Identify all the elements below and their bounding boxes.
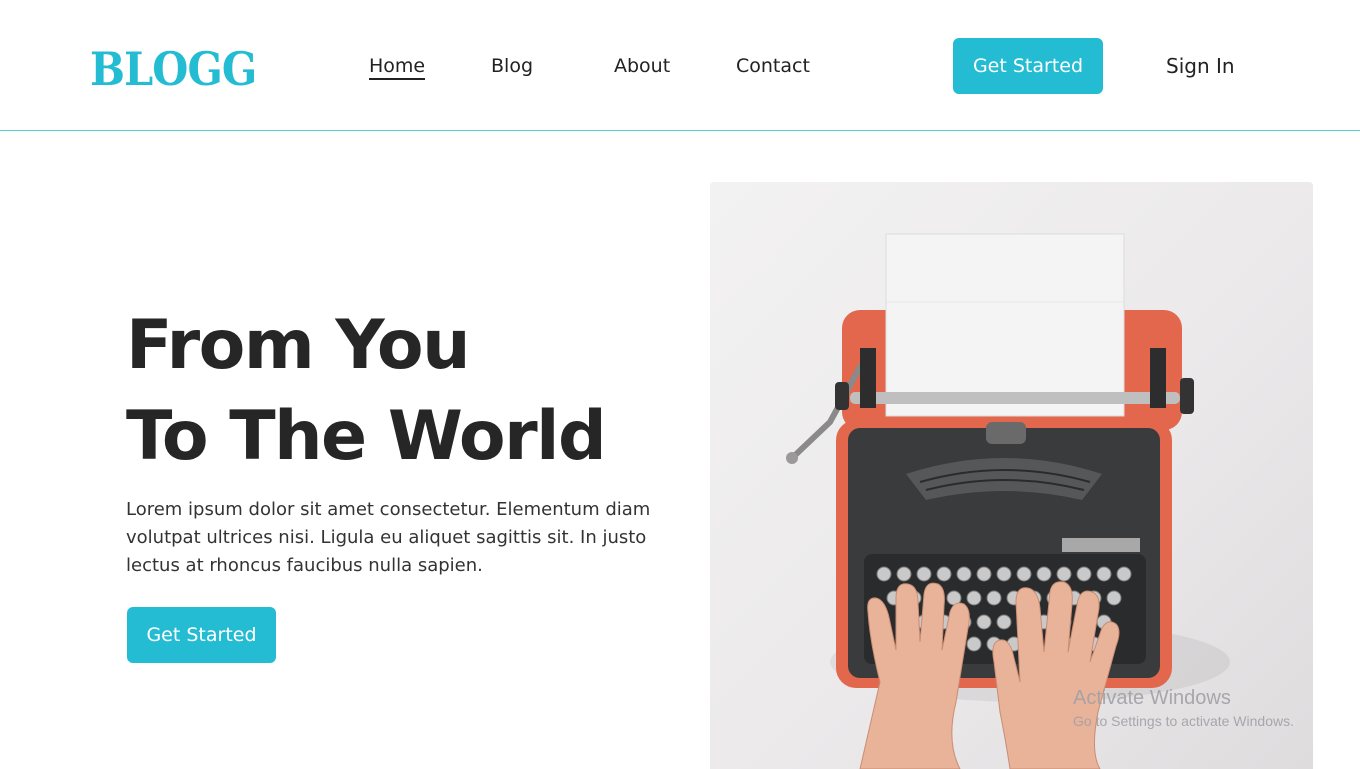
hero-title-line-1: From You [126, 306, 471, 385]
hero-title-line-2: To The World [126, 397, 607, 476]
site-header: BLOGG Home Blog About Contact Get Starte… [0, 0, 1360, 131]
hero-image-typewriter [710, 182, 1313, 769]
hero-description: Lorem ipsum dolor sit amet consectetur. … [126, 499, 651, 576]
site-logo[interactable]: BLOGG [90, 41, 257, 97]
nav-about-link[interactable]: About [614, 54, 670, 78]
header-get-started-button[interactable]: Get Started [953, 38, 1103, 94]
nav-home-link[interactable]: Home [369, 54, 426, 80]
hero-get-started-button[interactable]: Get Started [127, 607, 276, 663]
nav-contact-link[interactable]: Contact [736, 54, 810, 78]
nav-blog-link[interactable]: Blog [491, 54, 533, 78]
page: BLOGG Home Blog About Contact Get Starte… [0, 0, 1360, 769]
typewriter-illustration [786, 233, 1230, 769]
sign-in-link[interactable]: Sign In [1166, 54, 1235, 78]
hero-title: From You To The World [126, 300, 607, 482]
